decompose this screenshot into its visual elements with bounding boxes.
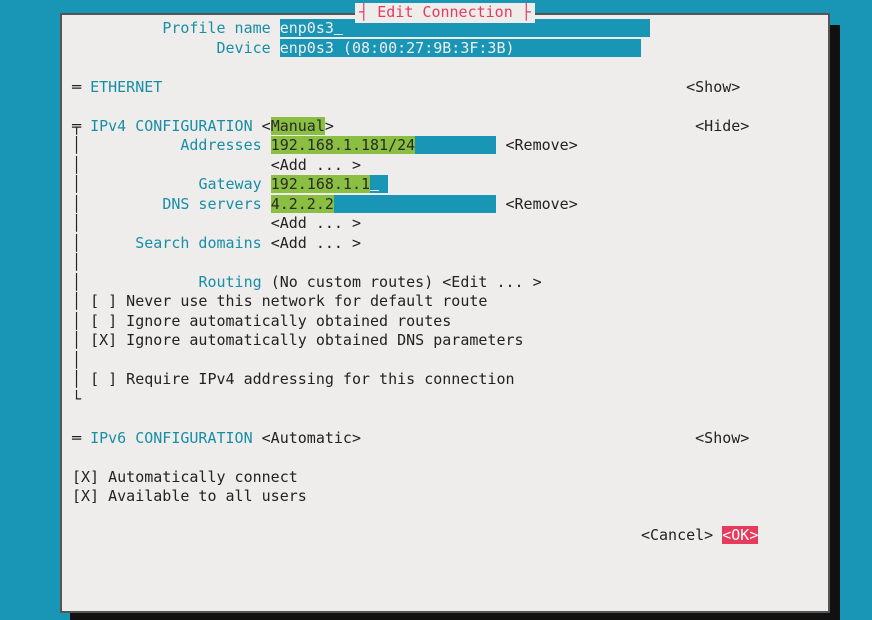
ethernet-show-button[interactable]: <Show> xyxy=(686,78,740,96)
dns-input[interactable]: 4.2.2.2 xyxy=(271,195,497,213)
device-row: Device enp0s3 (08:00:27:9B:3F:3B) xyxy=(72,39,818,59)
profile-name-row: Profile name enp0s3 xyxy=(72,19,818,39)
address-input[interactable]: 192.168.1.181/24 xyxy=(271,136,497,154)
ipv6-mode-select[interactable]: <Automatic> xyxy=(262,429,361,447)
ok-button[interactable]: <OK> xyxy=(722,526,758,544)
gateway-label: Gateway xyxy=(198,175,261,193)
device-input[interactable]: enp0s3 (08:00:27:9B:3F:3B) xyxy=(280,39,641,57)
checkbox-ignore-routes[interactable]: [ ] Ignore automatically obtained routes xyxy=(90,312,451,330)
checkbox-never-default[interactable]: [ ] Never use this network for default r… xyxy=(90,292,487,310)
ethernet-section: ═ ETHERNET <Show> xyxy=(72,78,818,98)
button-row: <Cancel> <OK> xyxy=(72,526,818,546)
ipv6-section-header: ═ IPv6 CONFIGURATION <Automatic> <Show> xyxy=(72,429,818,449)
ipv4-section-header: ╤ IPv4 CONFIGURATION <Manual> <Hide> xyxy=(72,117,818,137)
checkbox-ignore-dns[interactable]: [X] Ignore automatically obtained DNS pa… xyxy=(90,331,523,349)
dialog-frame: ┤ Edit Connection ├ Profile name enp0s3 … xyxy=(60,13,830,613)
routing-edit-button[interactable]: <Edit ... > xyxy=(442,273,541,291)
checkbox-auto-connect[interactable]: [X] Automatically connect xyxy=(72,468,298,486)
search-domains-label: Search domains xyxy=(135,234,261,252)
cancel-button[interactable]: <Cancel> xyxy=(641,526,713,544)
addresses-label: Addresses xyxy=(180,136,261,154)
dns-add-button[interactable]: <Add ... > xyxy=(271,214,361,232)
checkbox-all-users[interactable]: [X] Available to all users xyxy=(72,487,307,505)
address-add-button[interactable]: <Add ... > xyxy=(271,156,361,174)
gateway-input[interactable]: 192.168.1.1 xyxy=(271,175,388,193)
ipv6-show-button[interactable]: <Show> xyxy=(695,429,749,447)
routing-value: (No custom routes) xyxy=(271,273,434,291)
ipv4-mode-select[interactable]: <Manual> xyxy=(262,117,334,135)
checkbox-require-ipv4[interactable]: [ ] Require IPv4 addressing for this con… xyxy=(90,370,514,388)
profile-name-input[interactable]: enp0s3 xyxy=(280,19,650,37)
profile-name-label: Profile name xyxy=(162,19,270,37)
dns-remove-button[interactable]: <Remove> xyxy=(506,195,578,213)
ipv4-label: IPv4 CONFIGURATION xyxy=(90,117,253,135)
device-label: Device xyxy=(217,39,271,57)
ipv6-label: IPv6 CONFIGURATION xyxy=(90,429,253,447)
routing-label: Routing xyxy=(198,273,261,291)
ethernet-label: ETHERNET xyxy=(90,78,162,96)
dns-label: DNS servers xyxy=(162,195,261,213)
search-domains-add-button[interactable]: <Add ... > xyxy=(271,234,361,252)
ipv4-hide-button[interactable]: <Hide> xyxy=(695,117,749,135)
address-remove-button[interactable]: <Remove> xyxy=(506,136,578,154)
